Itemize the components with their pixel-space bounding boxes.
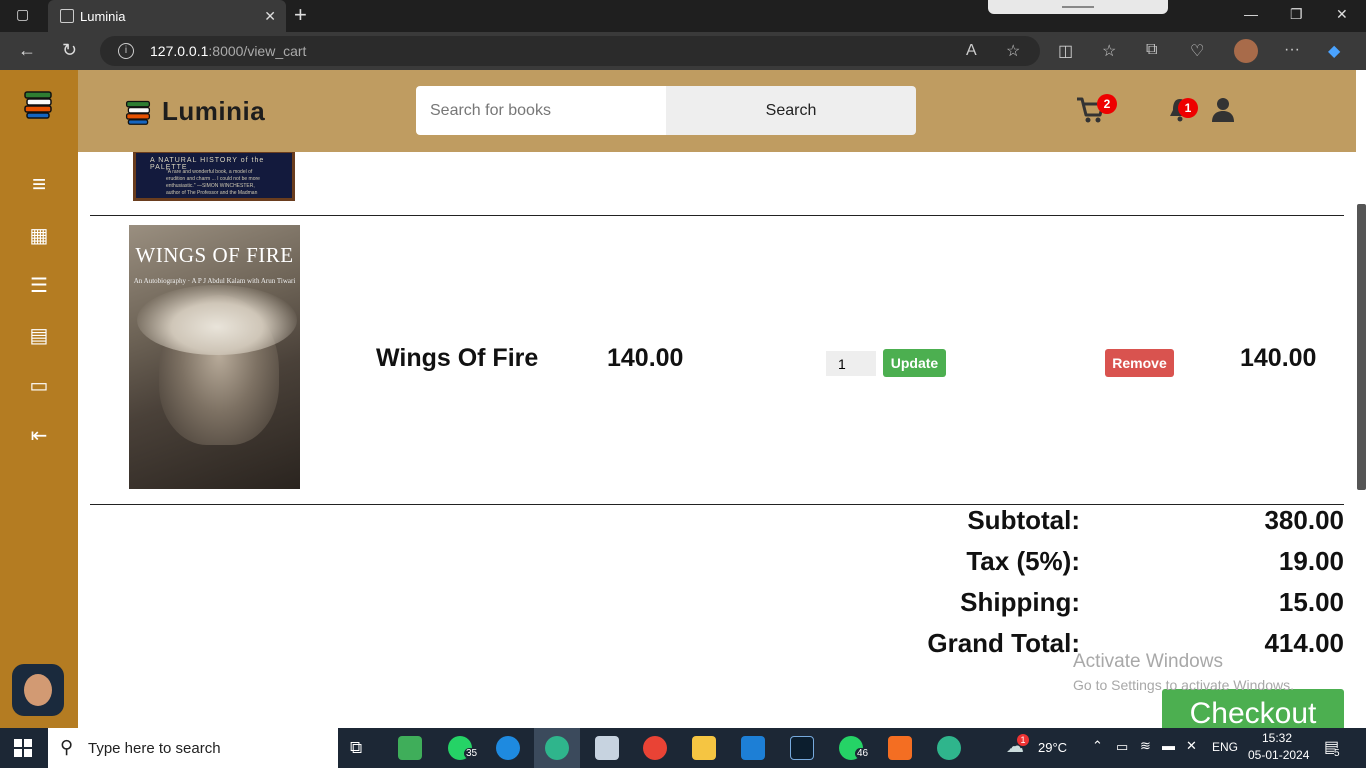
split-screen-icon[interactable]: ◫ <box>1058 41 1073 61</box>
subtotal-value: 380.00 <box>1264 505 1344 535</box>
favorites-icon[interactable]: ☆ <box>1102 41 1116 61</box>
browser-tab-bar: ▢ Luminia ✕ + — ❐ ✕ <box>0 0 1366 32</box>
user-avatar[interactable] <box>12 664 64 716</box>
extensions-icon[interactable]: ♡ <box>1190 41 1204 61</box>
site-header: Luminia Search 2 1 <box>78 70 1356 152</box>
temperature: 29°C <box>1038 740 1068 755</box>
clock-time[interactable]: 15:32 <box>1262 731 1292 745</box>
edge-dev-icon[interactable] <box>545 736 569 760</box>
window-drag-handle[interactable] <box>988 0 1168 14</box>
url-text: 127.0.0.1:8000/view_cart <box>150 43 307 59</box>
search-input[interactable] <box>416 86 666 135</box>
cart-button[interactable]: 2 <box>1076 94 1117 129</box>
chevron-up-icon[interactable]: ⌃ <box>1092 738 1103 754</box>
brand-name: Luminia <box>162 96 266 126</box>
sidebar: ≡ ▦ ☰ ▤ ▭ ⇤ <box>0 70 78 728</box>
file-explorer-icon[interactable] <box>692 736 716 760</box>
subtotal-label: Subtotal: <box>967 505 1080 535</box>
item-price: 140.00 <box>607 344 684 372</box>
quantity-input[interactable] <box>826 351 876 376</box>
previous-book-cover: A NATURAL HISTORY of the PALETTE "A rare… <box>133 152 295 201</box>
weather-badge: 1 <box>1017 734 1029 746</box>
edge-icon[interactable] <box>496 736 520 760</box>
notification-center-count: 5 <box>1334 748 1340 759</box>
books-logo-icon[interactable] <box>22 88 54 120</box>
restore-icon[interactable]: ❐ <box>1290 6 1303 23</box>
book-icon[interactable]: ▭ <box>28 375 50 397</box>
menu-icon[interactable]: ≡ <box>28 173 50 197</box>
windows-taskbar: ⚲ Type here to search ⧉ 35 46 ☁ 1 29°C ⌃… <box>0 728 1366 768</box>
activate-windows-subtitle: Go to Settings to activate Windows. <box>1073 677 1294 693</box>
more-icon[interactable]: ··· <box>1284 41 1300 59</box>
brand-logo-icon <box>125 100 151 125</box>
whatsapp-count: 35 <box>464 748 480 759</box>
refresh-icon[interactable]: ↻ <box>62 40 77 61</box>
grand-total-value: 414.00 <box>1264 628 1344 658</box>
xampp-icon[interactable] <box>888 736 912 760</box>
activate-windows-title: Activate Windows <box>1073 651 1223 672</box>
clock-date[interactable]: 05-01-2024 <box>1248 748 1309 762</box>
book-cover-image: WINGS OF FIRE An Autobiography · A P J A… <box>129 225 300 489</box>
read-aloud-icon[interactable]: A <box>966 42 977 60</box>
page-icon <box>60 9 74 23</box>
checkout-button[interactable]: Checkout <box>1162 689 1344 728</box>
brand[interactable]: Luminia <box>124 96 265 127</box>
grand-total-label: Grand Total: <box>927 628 1080 658</box>
row-divider <box>90 504 1344 505</box>
logout-icon[interactable]: ⇤ <box>28 425 50 447</box>
back-icon[interactable]: ← <box>18 40 36 61</box>
screen-recorder-icon[interactable] <box>790 736 814 760</box>
tax-value: 19.00 <box>1278 546 1344 576</box>
profile-avatar[interactable] <box>1234 39 1258 63</box>
cart-count-badge: 2 <box>1097 94 1117 114</box>
search-button[interactable]: Search <box>666 86 916 135</box>
address-bar: ← ↻ i 127.0.0.1:8000/view_cart A ☆ ◫ ☆ ⧉… <box>0 32 1366 70</box>
task-view-icon[interactable]: ⧉ <box>350 738 362 758</box>
new-tab-icon[interactable]: + <box>294 4 307 26</box>
copilot-icon[interactable]: ◆ <box>1328 41 1340 61</box>
taskbar-search-text: Type here to search <box>88 740 221 757</box>
whatsapp-2-count: 46 <box>855 748 871 759</box>
item-total: 140.00 <box>1240 344 1317 372</box>
dashboard-icon[interactable]: ▦ <box>28 225 50 247</box>
url-field[interactable]: i 127.0.0.1:8000/view_cart A ☆ <box>100 36 1040 66</box>
remove-button[interactable]: Remove <box>1105 349 1174 377</box>
account-button[interactable] <box>1212 96 1234 129</box>
item-name: Wings Of Fire <box>376 344 539 372</box>
orders-icon[interactable]: ☰ <box>28 275 50 297</box>
edge-beta-icon[interactable] <box>937 736 961 760</box>
close-window-icon[interactable]: ✕ <box>1336 6 1348 23</box>
meet-icon[interactable]: ▭ <box>1116 739 1128 755</box>
close-tab-icon[interactable]: ✕ <box>264 8 276 25</box>
tab-actions-icon[interactable]: ▢ <box>16 6 29 23</box>
collections-icon[interactable]: ⧉ <box>1146 41 1157 59</box>
favorite-icon[interactable]: ☆ <box>1006 41 1020 61</box>
chrome-icon[interactable] <box>643 736 667 760</box>
battery-icon[interactable]: ▬ <box>1162 738 1175 753</box>
info-icon[interactable]: i <box>118 43 134 59</box>
notifications-button[interactable]: 1 <box>1168 96 1198 129</box>
wifi-icon[interactable]: ≋ <box>1140 738 1151 754</box>
tax-label: Tax (5%): <box>966 546 1080 576</box>
shipping-value: 15.00 <box>1278 587 1344 617</box>
library-icon[interactable]: ▤ <box>28 325 50 347</box>
volume-muted-icon[interactable]: ✕ <box>1186 738 1197 754</box>
vscode-icon[interactable] <box>741 736 765 760</box>
language-indicator[interactable]: ENG <box>1212 740 1238 754</box>
notification-count-badge: 1 <box>1178 98 1198 118</box>
tab-title: Luminia <box>80 8 126 24</box>
user-icon <box>1212 98 1234 122</box>
taskbar-search[interactable]: ⚲ Type here to search <box>48 728 338 768</box>
scrollbar-thumb[interactable] <box>1357 204 1366 490</box>
row-divider <box>90 215 1344 216</box>
widgets-app-icon[interactable] <box>398 736 422 760</box>
update-button[interactable]: Update <box>883 349 946 377</box>
search-icon: ⚲ <box>60 737 74 757</box>
browser-tab[interactable]: Luminia ✕ <box>48 0 286 32</box>
windows-start-icon[interactable] <box>14 739 32 757</box>
shipping-label: Shipping: <box>960 587 1080 617</box>
photos-icon[interactable] <box>595 736 619 760</box>
cart-content: A NATURAL HISTORY of the PALETTE "A rare… <box>78 152 1356 728</box>
minimize-icon[interactable]: — <box>1244 6 1258 22</box>
